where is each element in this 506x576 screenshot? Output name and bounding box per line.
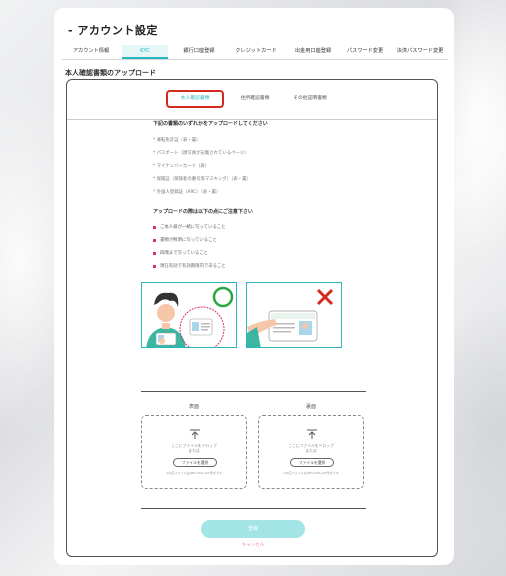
doc-item: * 保険証（保険者の番号等マスキング）（表・裏） — [153, 177, 251, 182]
bullet-icon — [153, 239, 156, 242]
submit-button[interactable]: 登録 — [201, 520, 305, 538]
page-title: - アカウント設定 — [68, 24, 158, 37]
upload-icon — [190, 429, 200, 439]
upload-panel: 本人確認書類 住所確認書類 その他証明書類 下記の書類のいずれかをアップロードし… — [66, 79, 438, 557]
instructions: 下記の書類のいずれかをアップロードしてください * 運転免許証（表・裏） * パ… — [153, 120, 383, 273]
requirements-title: 下記の書類のいずれかをアップロードしてください — [153, 121, 268, 127]
notes-title: アップロードの際は以下の点にご注意下さい — [153, 209, 253, 215]
doc-item: * パスポート（顔写真が記載されているページ） — [153, 151, 249, 156]
divider — [141, 391, 366, 392]
subtab-identity-document[interactable]: 本人確認書類 — [166, 90, 224, 108]
select-file-button[interactable]: ファイルを選択 — [173, 458, 217, 467]
x-mark-icon — [316, 288, 334, 306]
upload-back-label: 裏面 — [305, 404, 316, 410]
note-item: 書類が鮮明に写っていること — [153, 234, 383, 247]
file-format-note: ※対応ファイルはJPEG,PNG,GIF形式です — [283, 471, 339, 475]
bullet-icon — [153, 252, 156, 255]
check-circle-icon — [212, 286, 234, 308]
note-item: ご本人様が一緒に写っていること — [153, 221, 383, 234]
sub-tab-bar: 本人確認書類 住所確認書類 その他証明書類 — [67, 90, 437, 120]
upload-back-dropzone[interactable]: ここにファイルをドロップ または ファイルを選択 ※対応ファイルはJPEG,PN… — [258, 415, 364, 489]
cancel-link[interactable]: キャンセル — [201, 542, 305, 548]
subtab-other-document[interactable]: その他証明書類 — [283, 90, 337, 108]
tab-payment-password-change[interactable]: 決済パスワード変更 — [392, 45, 448, 59]
tab-account-info[interactable]: アカウント情報 — [68, 45, 114, 59]
upload-icon — [307, 429, 317, 439]
tab-withdrawal-account[interactable]: 出金用口座登録 — [286, 45, 340, 59]
file-format-note: ※対応ファイルはJPEG,PNG,GIF形式です — [166, 471, 222, 475]
dropzone-text: ここにファイルをドロップ または — [171, 443, 217, 453]
settings-card: - アカウント設定 アカウント情報 KYC 銀行口座登録 クレジットカード 出金… — [54, 8, 454, 565]
tab-password-change[interactable]: パスワード変更 — [342, 45, 388, 59]
bullet-icon — [153, 265, 156, 268]
tab-bank-account[interactable]: 銀行口座登録 — [176, 45, 222, 59]
good-example-image — [141, 282, 237, 348]
tab-credit-card[interactable]: クレジットカード — [230, 45, 282, 59]
note-item: 四隅まで写っていること — [153, 247, 383, 260]
upload-front-dropzone[interactable]: ここにファイルをドロップ または ファイルを選択 ※対応ファイルはJPEG,PN… — [141, 415, 247, 489]
doc-item: * 外国人登録証（ARC）（表・裏） — [153, 190, 221, 195]
divider — [141, 508, 366, 509]
select-file-button[interactable]: ファイルを選択 — [290, 458, 334, 467]
bullet-icon — [153, 226, 156, 229]
upload-front-label: 表面 — [188, 404, 199, 410]
doc-item: * マイナンバーカード（表） — [153, 164, 210, 169]
dropzone-text: ここにファイルをドロップ または — [288, 443, 334, 453]
section-title: 本人確認書類のアップロード — [65, 69, 156, 77]
note-item: 現在有効で有効期限内であること — [153, 260, 383, 273]
top-tab-bar: アカウント情報 KYC 銀行口座登録 クレジットカード 出金用口座登録 パスワー… — [62, 45, 448, 60]
doc-item: * 運転免許証（表・裏） — [153, 138, 201, 143]
subtab-address-document[interactable]: 住所確認書類 — [230, 90, 280, 108]
tab-kyc[interactable]: KYC — [122, 45, 168, 59]
bad-example-image — [246, 282, 342, 348]
